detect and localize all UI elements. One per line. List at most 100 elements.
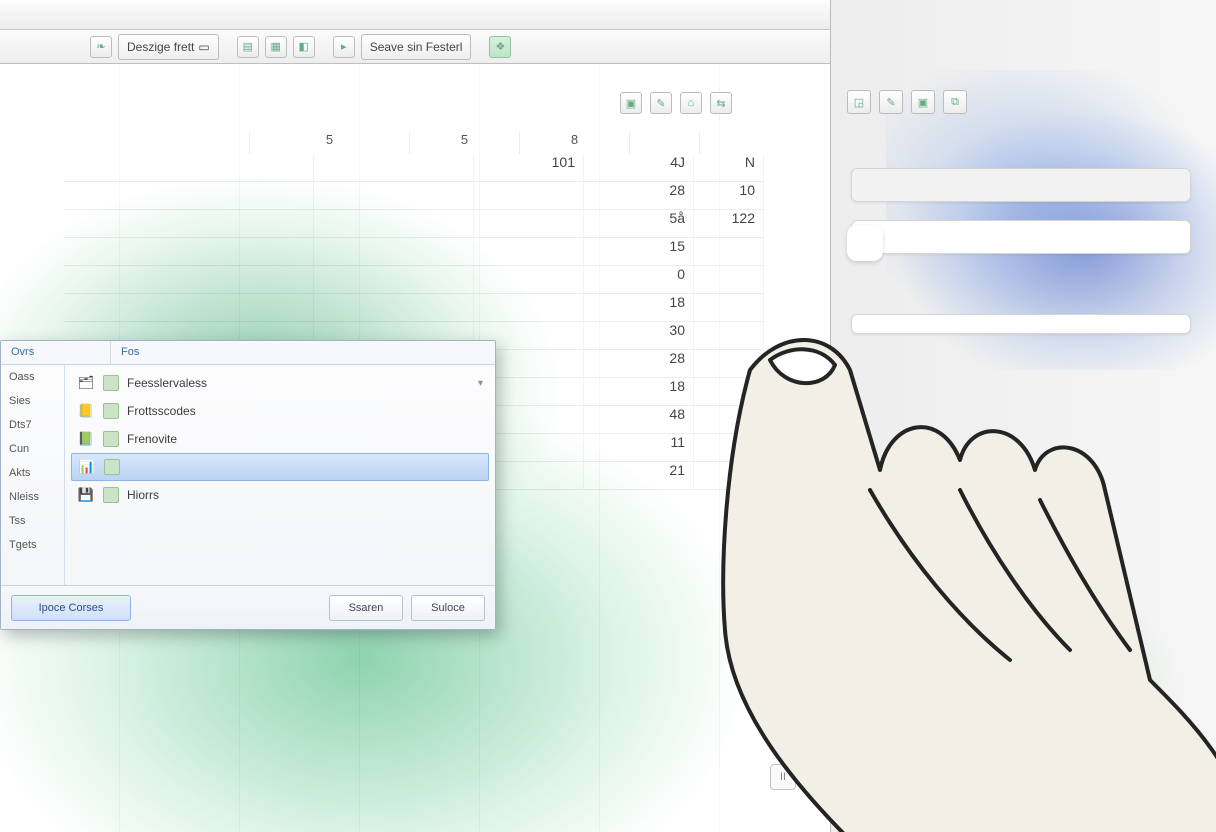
cell[interactable]: 18: [584, 378, 694, 406]
sec-icon-4[interactable]: ⇆: [710, 92, 732, 114]
panel-slot[interactable]: [851, 220, 1191, 254]
dialog-side-item[interactable]: Nleiss: [1, 485, 64, 509]
folder-icon: 💾: [77, 486, 95, 504]
cell[interactable]: [314, 182, 474, 210]
cell[interactable]: N: [694, 154, 764, 182]
table-row: 0: [64, 266, 824, 294]
cell[interactable]: [314, 266, 474, 294]
dialog-side-item[interactable]: Dts7: [1, 413, 64, 437]
dialog-side-item[interactable]: Akts: [1, 461, 64, 485]
panel-slot[interactable]: [851, 314, 1191, 334]
cell[interactable]: 30: [584, 322, 694, 350]
sec-icon-3[interactable]: ⌂: [680, 92, 702, 114]
table-row: 18: [64, 294, 824, 322]
file-dialog: Ovrs Fos OassSiesDts7CunAktsNleissTssTge…: [0, 340, 496, 630]
col-header-3[interactable]: 8: [520, 132, 630, 154]
dialog-list-item[interactable]: 🗂Feesslervaless▾: [71, 369, 489, 397]
dialog-header-b[interactable]: Fos: [111, 341, 495, 364]
cell[interactable]: [694, 322, 764, 350]
cell[interactable]: [694, 350, 764, 378]
cell[interactable]: [314, 154, 474, 182]
tool-icon-3[interactable]: ◧: [293, 36, 315, 58]
dialog-footer: Ipoce Corses Ssaren Suloce: [1, 585, 495, 629]
cell[interactable]: [64, 154, 314, 182]
cell[interactable]: 11: [584, 434, 694, 462]
panel-icon-3[interactable]: ▣: [911, 90, 935, 114]
panel-mini-toolbar: ◲ ✎ ▣ ⧉: [847, 90, 967, 114]
cell[interactable]: [64, 182, 314, 210]
dialog-side-item[interactable]: Tss: [1, 509, 64, 533]
cell[interactable]: 122: [694, 210, 764, 238]
cell[interactable]: [64, 266, 314, 294]
dialog-header-a[interactable]: Ovrs: [1, 341, 111, 364]
cell[interactable]: 48: [584, 406, 694, 434]
panel-knob[interactable]: [847, 225, 883, 261]
cell[interactable]: 5å: [584, 210, 694, 238]
cell[interactable]: 28: [584, 182, 694, 210]
dialog-list-item[interactable]: 📗Frenovite: [71, 425, 489, 453]
col-header-1[interactable]: 5: [250, 132, 410, 154]
cell[interactable]: [694, 266, 764, 294]
cell[interactable]: [64, 210, 314, 238]
col-header-4[interactable]: [630, 132, 700, 154]
table-row: 15: [64, 238, 824, 266]
dialog-side-item[interactable]: Cun: [1, 437, 64, 461]
cell[interactable]: [694, 294, 764, 322]
cell[interactable]: [314, 238, 474, 266]
leaf-icon[interactable]: ❧: [90, 36, 112, 58]
dialog-primary-button[interactable]: Ipoce Corses: [11, 595, 131, 621]
tiny-btn-1[interactable]: II: [770, 764, 796, 790]
cell[interactable]: [64, 294, 314, 322]
dialog-side-item[interactable]: Tgets: [1, 533, 64, 557]
panel-icon-4[interactable]: ⧉: [943, 90, 967, 114]
cell[interactable]: 10: [694, 182, 764, 210]
right-panel: ◲ ✎ ▣ ⧉: [830, 0, 1216, 832]
dialog-list-item[interactable]: 📒Frottsscodes: [71, 397, 489, 425]
cell[interactable]: [474, 266, 584, 294]
cell[interactable]: 0: [584, 266, 694, 294]
dialog-list-item[interactable]: 📊: [71, 453, 489, 481]
dialog-item-label: Frenovite: [127, 432, 177, 446]
sec-icon-1[interactable]: ▣: [620, 92, 642, 114]
cell[interactable]: 2: [694, 434, 764, 462]
sheet-icon: [103, 487, 119, 503]
sec-icon-2[interactable]: ✎: [650, 92, 672, 114]
cell[interactable]: 4J: [584, 154, 694, 182]
cell[interactable]: [474, 294, 584, 322]
sheet-icon: [103, 403, 119, 419]
dialog-button-3[interactable]: Suloce: [411, 595, 485, 621]
cell[interactable]: 21: [584, 462, 694, 490]
tool-icon-2[interactable]: ▦: [265, 36, 287, 58]
cell[interactable]: 18: [584, 294, 694, 322]
save-button[interactable]: Seave sin Festerl: [361, 34, 472, 60]
col-header-0[interactable]: [0, 132, 250, 154]
cell[interactable]: [474, 182, 584, 210]
tool-icon-4[interactable]: ❖: [489, 36, 511, 58]
panel-slot[interactable]: [851, 168, 1191, 202]
dialog-button-2[interactable]: Ssaren: [329, 595, 403, 621]
design-button[interactable]: Deszige frett ▭: [118, 34, 219, 60]
panel-icon-1[interactable]: ◲: [847, 90, 871, 114]
cell[interactable]: 101: [474, 154, 584, 182]
window-titlebar: [0, 0, 830, 30]
cell[interactable]: 28: [584, 350, 694, 378]
dialog-side-item[interactable]: Sies: [1, 389, 64, 413]
dialog-side-item[interactable]: Oass: [1, 365, 64, 389]
col-header-2[interactable]: 5: [410, 132, 520, 154]
save-button-label: Seave sin Festerl: [370, 40, 463, 54]
cell[interactable]: [694, 406, 764, 434]
panel-icon-2[interactable]: ✎: [879, 90, 903, 114]
dialog-list-item[interactable]: 💾Hiorrs: [71, 481, 489, 509]
cell[interactable]: [474, 238, 584, 266]
cell[interactable]: 15: [584, 238, 694, 266]
play-icon[interactable]: ▸: [333, 36, 355, 58]
cell[interactable]: [694, 238, 764, 266]
cell[interactable]: [314, 294, 474, 322]
cell[interactable]: 1: [694, 462, 764, 490]
cell[interactable]: [474, 210, 584, 238]
cell[interactable]: [314, 210, 474, 238]
tool-icon-1[interactable]: ▤: [237, 36, 259, 58]
cell[interactable]: [64, 238, 314, 266]
cell[interactable]: [694, 378, 764, 406]
watercolor-green-right: [816, 412, 1216, 832]
